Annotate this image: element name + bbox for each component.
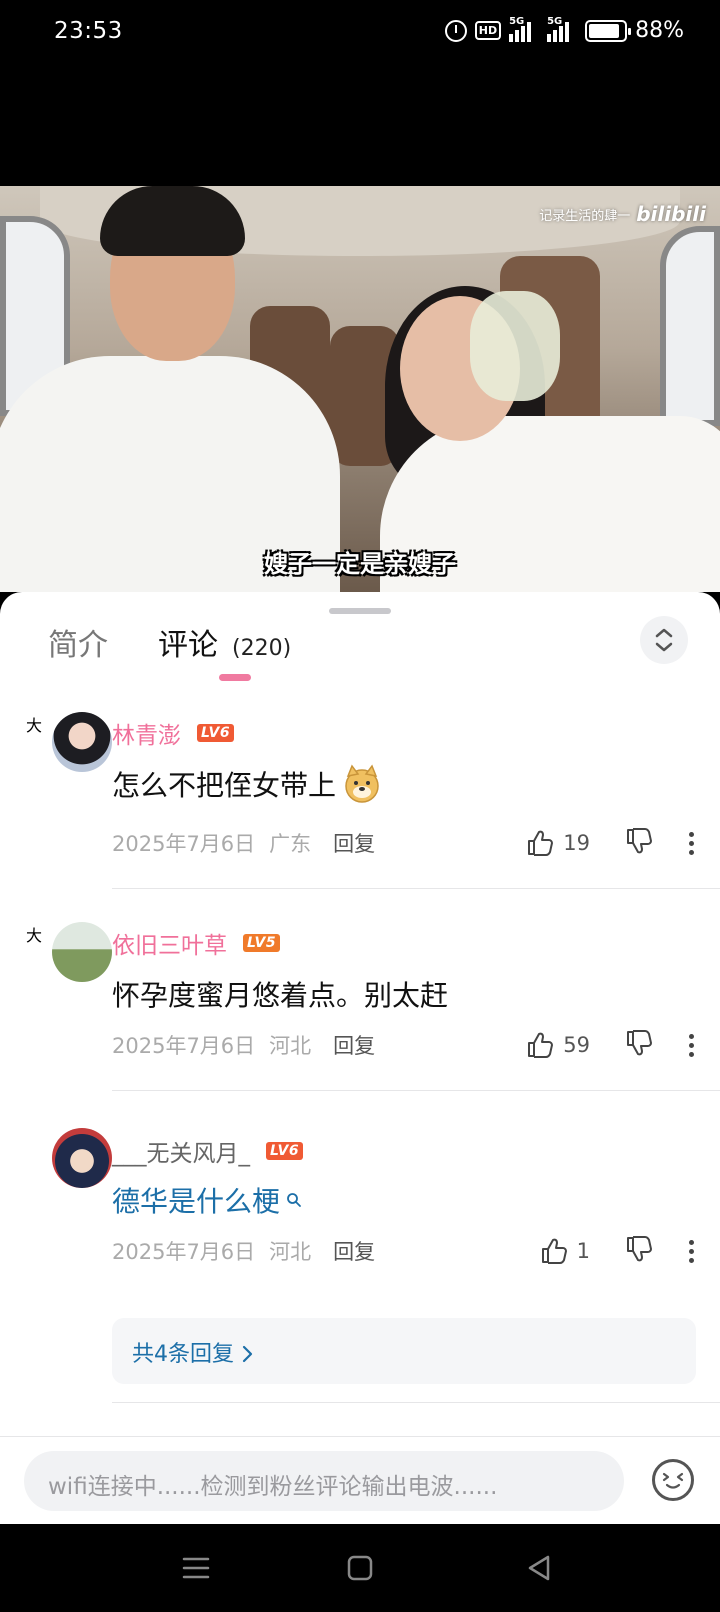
active-tab-indicator xyxy=(219,674,251,681)
video-watermark: 记录生活的肆一 bilibili xyxy=(539,202,706,226)
comment-input[interactable]: wifi连接中......检测到粉丝评论输出电波...... xyxy=(24,1451,624,1511)
comment-username[interactable]: 依旧三叶草 LV5 xyxy=(112,926,281,960)
view-replies-button[interactable]: 共4条回复 xyxy=(112,1318,696,1384)
comment-body: 怀孕度蜜月悠着点。别太赶 xyxy=(112,979,449,1012)
avatar[interactable]: 大 xyxy=(26,922,112,986)
system-nav-bar xyxy=(0,1524,720,1612)
more-options-button[interactable] xyxy=(688,831,694,855)
vip-badge: 大 xyxy=(26,926,43,945)
comment-location: 广东 xyxy=(269,832,312,856)
like-count: 59 xyxy=(563,1033,590,1057)
home-icon[interactable] xyxy=(342,1550,378,1586)
more-options-button[interactable] xyxy=(688,1033,694,1057)
like-count: 1 xyxy=(576,1239,590,1263)
level-badge: LV6 xyxy=(197,724,235,742)
5g-signal-icon: 5G xyxy=(509,16,539,42)
chevron-up-down-icon xyxy=(655,628,673,652)
thumbs-down-icon xyxy=(627,828,652,854)
like-button[interactable]: 19 xyxy=(525,828,590,858)
comment-meta: 2025年7月6日 广东 回复 xyxy=(112,828,375,858)
menu-icon[interactable] xyxy=(178,1550,214,1586)
watermark-text: 记录生活的肆一 xyxy=(539,208,631,224)
video-person-left-hair xyxy=(100,186,245,256)
battery-icon xyxy=(585,19,632,42)
avatar[interactable]: 大 xyxy=(26,712,112,776)
comment-panel: 简介 评论 (220) 大 林青澎 LV6 怎么不把侄女带上 2025年7月6日… xyxy=(0,592,720,1524)
divider xyxy=(112,1402,720,1403)
replies-summary: 共4条回复 xyxy=(132,1336,255,1368)
like-count: 19 xyxy=(563,831,590,855)
status-bar: 23:53 HD 5G 5G 88% xyxy=(0,0,720,66)
username-text: ___无关风月_ xyxy=(112,1141,250,1167)
video-player[interactable]: 记录生活的肆一 bilibili 嫂子一定是亲嫂子 xyxy=(0,186,720,592)
video-subtitle: 嫂子一定是亲嫂子 xyxy=(264,550,456,578)
comment-text: 怀孕度蜜月悠着点。别太赶 xyxy=(112,974,448,1014)
back-icon[interactable] xyxy=(522,1550,558,1586)
bilibili-logo: bilibili xyxy=(636,202,706,226)
comment-count: (220) xyxy=(232,636,292,661)
comment-date: 2025年7月6日 xyxy=(112,1034,256,1058)
dislike-button[interactable] xyxy=(624,1028,654,1062)
search-icon xyxy=(287,1193,301,1207)
comment-location: 河北 xyxy=(269,1034,312,1058)
divider xyxy=(112,1090,720,1091)
level-badge: LV6 xyxy=(266,1142,304,1160)
vip-badge: 大 xyxy=(26,716,43,735)
alarm-icon xyxy=(444,19,467,42)
divider xyxy=(112,888,720,889)
reply-button[interactable]: 回复 xyxy=(333,1236,375,1266)
battery-percent: 88% xyxy=(635,18,684,43)
tab-comments[interactable]: 评论 xyxy=(158,620,218,664)
comment-location: 河北 xyxy=(269,1240,312,1264)
thumbs-down-icon xyxy=(627,1030,652,1056)
comment-actions: 59 xyxy=(525,1028,694,1062)
comment-text[interactable]: 德华是什么梗 xyxy=(112,1180,302,1220)
tab-bar: 简介 评论 (220) xyxy=(48,620,291,664)
comment-input-placeholder: wifi连接中......检测到粉丝评论输出电波...... xyxy=(48,1474,498,1500)
network-type-label: 5G xyxy=(509,15,525,27)
expand-collapse-button[interactable] xyxy=(640,616,688,664)
hd-icon: HD xyxy=(474,21,502,40)
replies-count-text: 共4条回复 xyxy=(132,1342,234,1367)
comment-input-bar: wifi连接中......检测到粉丝评论输出电波...... xyxy=(0,1436,720,1524)
dislike-button[interactable] xyxy=(624,826,654,860)
dislike-button[interactable] xyxy=(624,1234,654,1268)
video-frame-window xyxy=(660,226,720,426)
comment-date: 2025年7月6日 xyxy=(112,832,256,856)
video-person-right-scarf xyxy=(470,291,560,401)
emoji-button[interactable] xyxy=(652,1459,694,1501)
comment-meta: 2025年7月6日 河北 回复 xyxy=(112,1236,375,1266)
more-options-button[interactable] xyxy=(688,1239,694,1263)
level-badge: LV5 xyxy=(243,934,281,952)
drag-handle[interactable] xyxy=(329,608,391,614)
thumbs-up-icon xyxy=(528,1032,554,1058)
doge-emoji-icon xyxy=(345,764,379,803)
like-button[interactable]: 1 xyxy=(539,1236,590,1266)
avatar[interactable] xyxy=(26,1128,112,1192)
tab-intro[interactable]: 简介 xyxy=(48,620,108,664)
comment-actions: 1 xyxy=(539,1234,694,1268)
like-button[interactable]: 59 xyxy=(525,1030,590,1060)
thumbs-down-icon xyxy=(627,1236,652,1262)
username-text: 林青澎 xyxy=(112,723,181,749)
thumbs-up-icon xyxy=(528,830,554,856)
thumbs-up-icon xyxy=(541,1238,567,1264)
5g-signal-icon: 5G xyxy=(547,16,577,42)
reply-button[interactable]: 回复 xyxy=(333,1030,375,1060)
clock: 23:53 xyxy=(54,18,123,44)
chevron-right-icon xyxy=(242,1345,253,1363)
comment-actions: 19 xyxy=(525,826,694,860)
reply-button[interactable]: 回复 xyxy=(333,828,375,858)
comment-body: 怎么不把侄女带上 xyxy=(112,769,337,802)
network-type-label: 5G xyxy=(547,15,563,27)
comment-date: 2025年7月6日 xyxy=(112,1240,256,1264)
comment-body: 德华是什么梗 xyxy=(112,1185,281,1218)
username-text: 依旧三叶草 xyxy=(112,933,227,959)
comment-meta: 2025年7月6日 河北 回复 xyxy=(112,1030,375,1060)
comment-username[interactable]: 林青澎 LV6 xyxy=(112,716,235,750)
comment-text: 怎么不把侄女带上 xyxy=(112,764,382,804)
emoji-face-icon xyxy=(662,1472,684,1489)
comment-username[interactable]: ___无关风月_ LV6 xyxy=(112,1134,304,1168)
